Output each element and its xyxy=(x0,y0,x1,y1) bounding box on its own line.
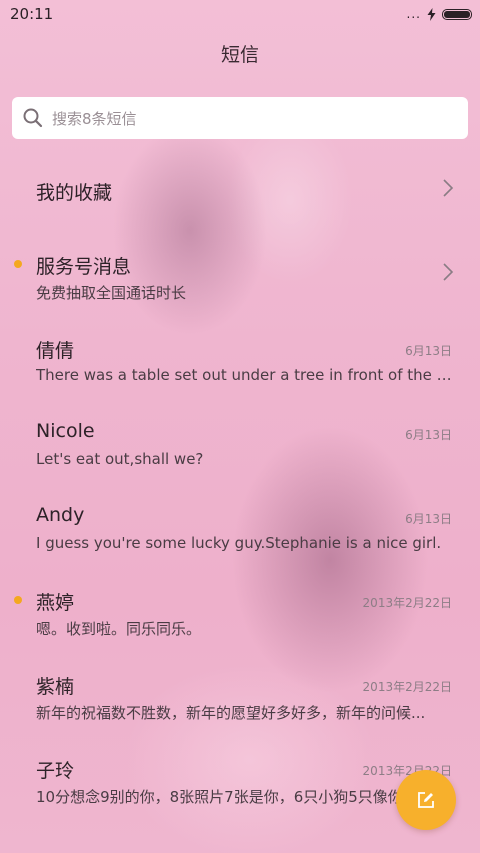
conversation-date: 6月13日 xyxy=(405,344,452,358)
search-placeholder: 搜索8条短信 xyxy=(52,109,137,128)
conversation-date: 6月13日 xyxy=(405,428,452,442)
conversation-date: 2013年2月22日 xyxy=(362,596,452,610)
conversation-preview: 新年的祝福数不胜数，新年的愿望好多好多，新年的问候... xyxy=(36,704,426,722)
charging-bolt-icon xyxy=(427,7,436,21)
status-time: 20:11 xyxy=(10,5,54,23)
list-item[interactable]: Nicole 6月13日 Let's eat out,shall we? xyxy=(0,400,480,484)
notification-dots-icon: ... xyxy=(406,7,421,21)
chevron-right-icon xyxy=(443,263,454,281)
search-input[interactable]: 搜索8条短信 xyxy=(12,97,468,139)
unread-dot xyxy=(14,260,22,268)
status-icons: ... xyxy=(407,7,472,21)
conversation-name: Nicole xyxy=(36,420,95,442)
compose-button[interactable] xyxy=(396,770,456,830)
battery-icon xyxy=(442,8,472,20)
conversation-preview: 嗯。收到啦。同乐同乐。 xyxy=(36,620,202,638)
list-item[interactable]: 倩倩 6月13日 There was a table set out under… xyxy=(0,316,480,400)
conversation-preview: 10分想念9别的你，8张照片7张是你，6只小狗5只像你 xyxy=(36,788,403,806)
conversation-name: 子玲 xyxy=(36,760,75,782)
page-title: 短信 xyxy=(220,44,259,66)
list-item[interactable]: 紫楠 2013年2月22日 新年的祝福数不胜数，新年的愿望好多好多，新年的问候.… xyxy=(0,652,480,736)
list-item-service-messages[interactable]: 服务号消息 免费抽取全国通话时长 xyxy=(0,232,480,316)
conversation-name: 燕婷 xyxy=(36,592,75,614)
conversation-date: 6月13日 xyxy=(405,512,452,526)
conversation-preview: I guess you're some lucky guy.Stephanie … xyxy=(36,534,442,552)
compose-icon xyxy=(418,792,434,808)
conversation-name: Andy xyxy=(36,504,85,526)
conversation-preview: 免费抽取全国通话时长 xyxy=(36,284,187,302)
conversation-date: 2013年2月22日 xyxy=(362,680,452,694)
search-icon xyxy=(23,108,43,128)
conversation-name: 紫楠 xyxy=(36,676,75,698)
conversation-list: 我的收藏 服务号消息 免费抽取全国通话时长 倩倩 6月13日 There was… xyxy=(0,148,480,820)
list-item[interactable]: 燕婷 2013年2月22日 嗯。收到啦。同乐同乐。 xyxy=(0,568,480,652)
conversation-name: 我的收藏 xyxy=(36,182,113,204)
conversation-name: 服务号消息 xyxy=(36,256,132,278)
conversation-name: 倩倩 xyxy=(36,340,75,362)
status-bar: 20:11 ... xyxy=(0,0,480,28)
conversation-preview: Let's eat out,shall we? xyxy=(36,450,204,468)
unread-dot xyxy=(14,596,22,604)
chevron-right-icon xyxy=(443,179,454,197)
conversation-preview: There was a table set out under a tree i… xyxy=(36,366,454,384)
list-item[interactable]: Andy 6月13日 I guess you're some lucky guy… xyxy=(0,484,480,568)
list-item-favorites[interactable]: 我的收藏 xyxy=(0,148,480,232)
